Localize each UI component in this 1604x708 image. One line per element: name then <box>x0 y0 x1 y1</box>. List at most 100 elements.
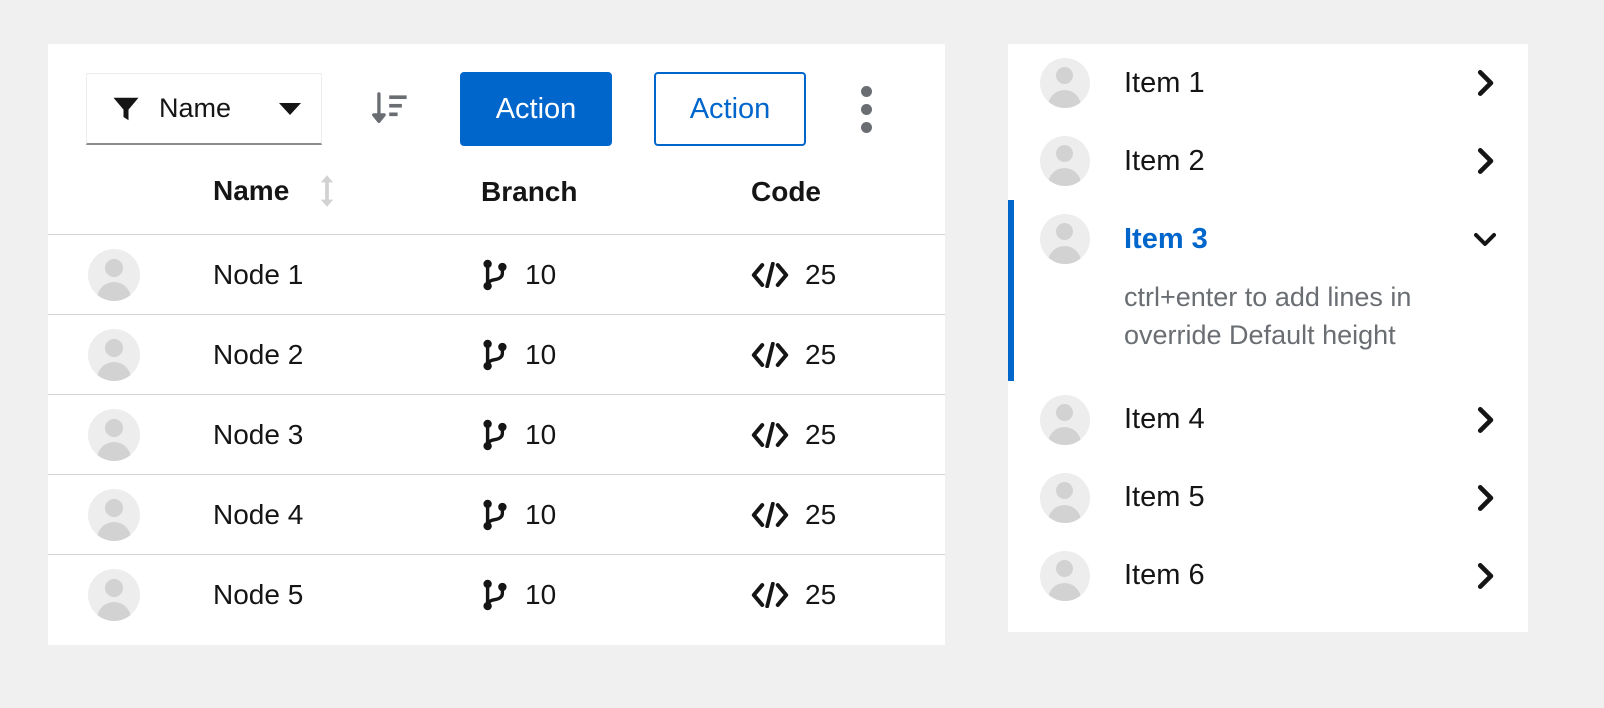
list-item-group: Item 3 ctrl+enter to add lines in overrid… <box>1008 200 1528 381</box>
list-item-label: Item 5 <box>1124 481 1205 514</box>
filter-icon <box>113 97 139 120</box>
list-item-label: Item 6 <box>1124 559 1205 592</box>
list-item-description: ctrl+enter to add lines in override Defa… <box>1124 282 1412 351</box>
row-name-cell: Node 4 <box>213 474 481 555</box>
row-name-cell: Node 1 <box>213 234 481 315</box>
filter-select-value: Name <box>159 93 232 123</box>
list-item-label: Item 3 <box>1124 222 1208 255</box>
row-name-cell: Node 2 <box>213 314 481 395</box>
list-item[interactable]: Item 5 <box>1008 459 1528 537</box>
table-row[interactable]: Node 1 10 25 <box>48 234 945 315</box>
code-branch-icon <box>483 499 507 530</box>
sort-button[interactable] <box>362 81 418 137</box>
chevron-right-icon <box>1477 70 1494 96</box>
table-body: Node 1 10 25 Node 2 10 25 Node 3 10 25 Node 4 10 25… <box>48 234 945 635</box>
list-item-label: Item 1 <box>1124 66 1205 99</box>
list-item[interactable]: Item 2 <box>1008 122 1528 200</box>
list-item[interactable]: Item 4 <box>1008 381 1528 459</box>
list-item-group: Item 4 <box>1008 381 1528 459</box>
code-branch-icon <box>483 419 507 450</box>
avatar-icon <box>88 568 140 621</box>
list-item-group: Item 6 <box>1008 537 1528 615</box>
avatar-icon <box>1040 136 1090 186</box>
column-header-name-label: Name <box>213 175 290 206</box>
list-item-label: Item 4 <box>1124 403 1205 436</box>
table-head: Name Branch Code <box>48 174 945 235</box>
chevron-right-icon <box>1477 148 1494 174</box>
list-item-group: Item 2 <box>1008 122 1528 200</box>
table-row[interactable]: Node 4 10 25 <box>48 474 945 555</box>
avatar-icon <box>1040 214 1090 264</box>
table-toolbar: Name Action Action <box>48 44 945 174</box>
row-code-value: 25 <box>805 258 837 290</box>
chevron-right-icon <box>1477 484 1494 511</box>
row-branch-value: 10 <box>525 498 557 530</box>
ellipsis-vertical-icon <box>860 121 872 133</box>
row-branch-value: 10 <box>525 418 557 450</box>
chevron-right-icon <box>1477 406 1494 433</box>
list-item[interactable]: Item 6 <box>1008 537 1528 615</box>
sort-arrows-icon <box>321 175 334 207</box>
filter-select[interactable]: Name <box>86 73 322 145</box>
data-table-card: Name Action Action Name Branch Code Node… <box>48 44 945 645</box>
row-code-value: 25 <box>805 498 837 530</box>
row-code-value: 25 <box>805 338 837 370</box>
row-name-cell: Node 5 <box>213 555 481 635</box>
avatar-icon <box>88 248 140 301</box>
chevron-down-icon <box>279 102 301 115</box>
primary-action-button[interactable]: Action <box>460 72 612 146</box>
avatar-icon <box>1040 58 1090 108</box>
chevron-down-icon <box>1474 233 1496 246</box>
code-branch-icon <box>483 579 507 610</box>
ellipsis-vertical-icon <box>860 85 872 97</box>
avatar-icon <box>88 488 140 541</box>
item-list-card: Item 1 Item 2 Item 3 ctrl+enter to add line… <box>1008 44 1528 632</box>
row-name-label: Node 2 <box>213 338 304 370</box>
list-item-label: Item 2 <box>1124 144 1205 177</box>
code-icon <box>751 501 789 528</box>
row-branch-cell: 10 <box>481 555 751 635</box>
row-branch-value: 10 <box>525 338 557 370</box>
row-avatar-cell <box>48 555 213 635</box>
column-header-avatar <box>48 174 213 235</box>
avatar-icon <box>1040 550 1090 601</box>
ellipsis-vertical-icon <box>860 103 872 115</box>
table-row[interactable]: Node 5 10 25 <box>48 555 945 635</box>
avatar-icon <box>88 408 140 461</box>
list-item[interactable]: Item 3 <box>1008 200 1528 278</box>
sort-amount-down-icon <box>372 92 407 124</box>
row-branch-cell: 10 <box>481 314 751 395</box>
row-code-cell: 25 <box>751 555 945 635</box>
row-code-value: 25 <box>805 578 837 610</box>
nodes-table: Name Branch Code Node 1 10 25 Node 2 10 25 Nod… <box>48 174 945 634</box>
row-avatar-cell <box>48 314 213 395</box>
row-name-label: Node 1 <box>213 258 304 290</box>
avatar-icon <box>1040 472 1090 523</box>
row-branch-cell: 10 <box>481 234 751 315</box>
row-branch-cell: 10 <box>481 394 751 475</box>
column-header-name[interactable]: Name <box>213 174 481 235</box>
row-code-value: 25 <box>805 418 837 450</box>
table-row[interactable]: Node 3 10 25 <box>48 394 945 475</box>
row-avatar-cell <box>48 474 213 555</box>
list-item-group: Item 5 <box>1008 459 1528 537</box>
row-code-cell: 25 <box>751 474 945 555</box>
secondary-action-button[interactable]: Action <box>654 72 806 146</box>
table-row[interactable]: Node 2 10 25 <box>48 314 945 395</box>
list-item-group: Item 1 <box>1008 44 1528 122</box>
row-name-label: Node 4 <box>213 498 304 530</box>
table-header-row: Name Branch Code <box>48 174 945 235</box>
row-code-cell: 25 <box>751 394 945 475</box>
row-code-cell: 25 <box>751 234 945 315</box>
code-icon <box>751 341 789 368</box>
row-name-cell: Node 3 <box>213 394 481 475</box>
code-icon <box>751 261 789 288</box>
row-branch-cell: 10 <box>481 474 751 555</box>
kebab-menu-button[interactable] <box>838 77 894 141</box>
row-name-label: Node 5 <box>213 578 304 610</box>
avatar-icon <box>1040 394 1090 445</box>
row-branch-value: 10 <box>525 258 557 290</box>
code-branch-icon <box>483 259 507 290</box>
list-item[interactable]: Item 1 <box>1008 44 1528 122</box>
row-avatar-cell <box>48 234 213 315</box>
